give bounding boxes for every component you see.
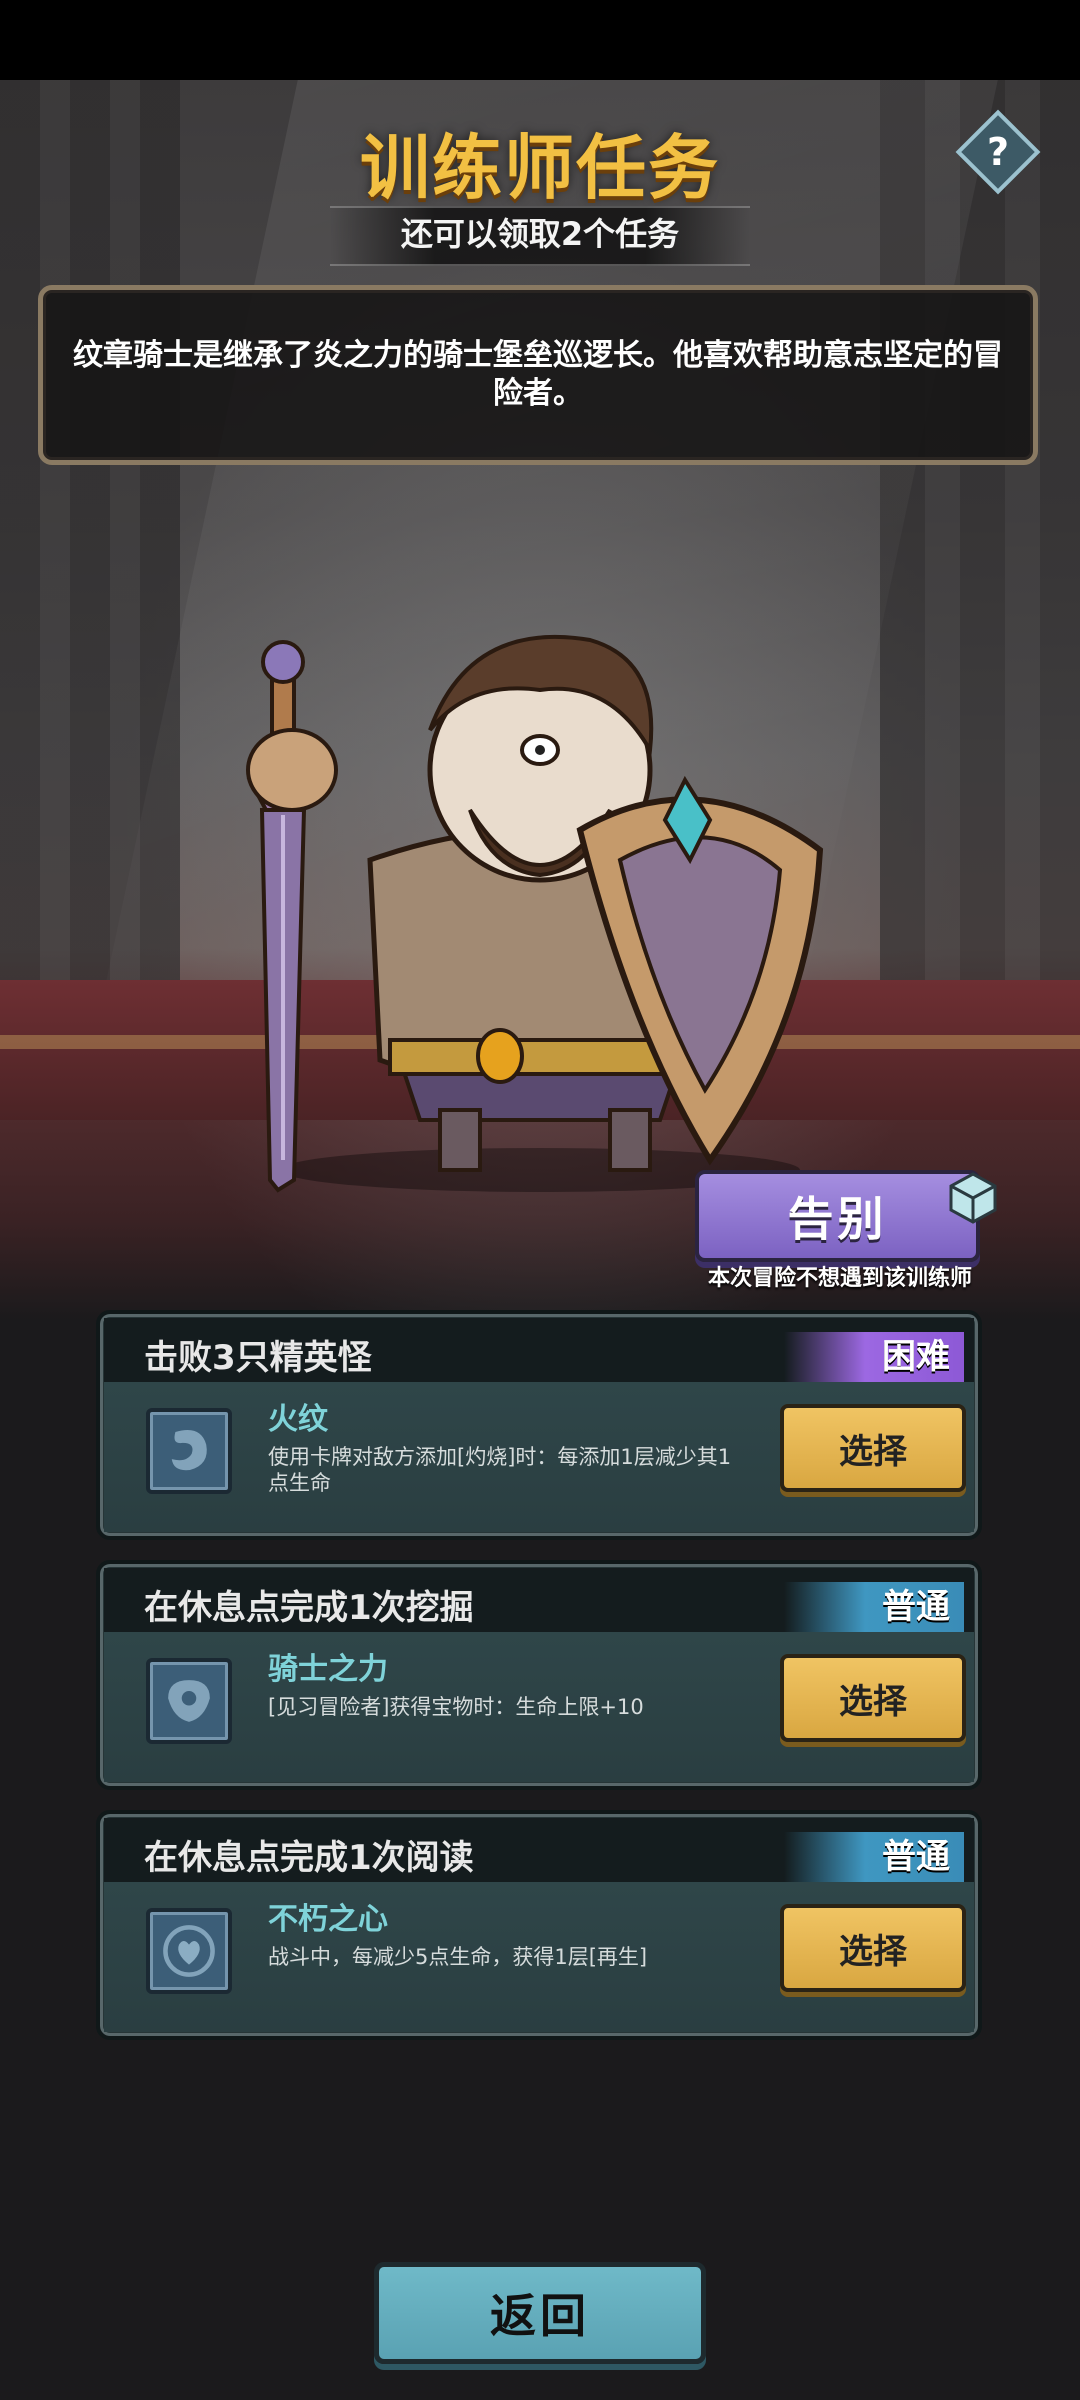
page-title: 训练师任务 bbox=[360, 127, 720, 209]
relic-name: 骑士之力 bbox=[268, 1652, 388, 1687]
farewell-note: 本次冒险不想遇到该训练师 bbox=[707, 1266, 972, 1291]
difficulty-badge: 困难 bbox=[784, 1332, 964, 1382]
task-header: 在休息点完成1次阅读 普通 bbox=[104, 1818, 974, 1882]
farewell-button[interactable]: 告别 bbox=[695, 1170, 980, 1262]
difficulty-badge: 普通 bbox=[784, 1582, 964, 1632]
relic-description: 战斗中，每减少5点生命，获得1层[再生] bbox=[268, 1945, 648, 1969]
task-title: 在休息点完成1次阅读 bbox=[144, 1838, 474, 1878]
task-reward: 不朽之心 战斗中，每减少5点生命，获得1层[再生] 选择 bbox=[104, 1882, 974, 2032]
trainer-description: 纹章骑士是继承了炎之力的骑士堡垒巡逻长。他喜欢帮助意志坚定的冒险者。 bbox=[73, 338, 1003, 411]
knight-emblem-icon bbox=[146, 1658, 232, 1744]
difficulty-label: 普通 bbox=[882, 1837, 950, 1877]
heart-emblem-icon bbox=[146, 1908, 232, 1994]
select-button-label: 选择 bbox=[839, 1431, 907, 1472]
back-button[interactable]: 返回 bbox=[374, 2262, 706, 2364]
farewell-button-label: 告别 bbox=[787, 1192, 888, 1246]
task-title: 在休息点完成1次挖掘 bbox=[144, 1588, 474, 1628]
task-card: 在休息点完成1次阅读 普通 不朽之心 战斗中，每减少5点生命，获得1层[再生] … bbox=[96, 1810, 982, 2040]
help-icon[interactable]: ? bbox=[968, 122, 1028, 182]
select-button[interactable]: 选择 bbox=[780, 1404, 966, 1492]
relic-name: 不朽之心 bbox=[268, 1902, 388, 1937]
task-reward: 骑士之力 [见习冒险者]获得宝物时：生命上限+10 选择 bbox=[104, 1632, 974, 1782]
relic-description: 使用卡牌对敌方添加[灼烧]时：每添加1层减少其1点生命 bbox=[268, 1445, 732, 1495]
back-button-label: 返回 bbox=[490, 2289, 590, 2343]
task-card: 在休息点完成1次挖掘 普通 骑士之力 [见习冒险者]获得宝物时：生命上限+10 … bbox=[96, 1560, 982, 1790]
sword-icon bbox=[246, 640, 320, 1193]
cube-icon bbox=[949, 1172, 997, 1224]
difficulty-label: 困难 bbox=[882, 1337, 950, 1377]
trainer-description-box: 纹章骑士是继承了炎之力的骑士堡垒巡逻长。他喜欢帮助意志坚定的冒险者。 bbox=[38, 285, 1038, 465]
task-header: 击败3只精英怪 困难 bbox=[104, 1318, 974, 1382]
task-title: 击败3只精英怪 bbox=[144, 1338, 372, 1378]
task-card: 击败3只精英怪 困难 火纹 使用卡牌对敌方添加[灼烧]时：每添加1层减少其1点生… bbox=[96, 1310, 982, 1540]
task-reward: 火纹 使用卡牌对敌方添加[灼烧]时：每添加1层减少其1点生命 选择 bbox=[104, 1382, 974, 1532]
relic-description: [见习冒险者]获得宝物时：生命上限+10 bbox=[268, 1695, 644, 1719]
difficulty-label: 普通 bbox=[882, 1587, 950, 1627]
flame-emblem-icon bbox=[146, 1408, 232, 1494]
remaining-tasks-text: 还可以领取2个任务 bbox=[400, 215, 680, 253]
task-header: 在休息点完成1次挖掘 普通 bbox=[104, 1568, 974, 1632]
difficulty-badge: 普通 bbox=[784, 1832, 964, 1882]
select-button-label: 选择 bbox=[839, 1681, 907, 1722]
relic-name: 火纹 bbox=[268, 1402, 328, 1437]
select-button[interactable]: 选择 bbox=[780, 1654, 966, 1742]
status-bar bbox=[0, 0, 1080, 80]
select-button-label: 选择 bbox=[839, 1931, 907, 1972]
emblem-knight-character bbox=[246, 634, 824, 1193]
select-button[interactable]: 选择 bbox=[780, 1904, 966, 1992]
